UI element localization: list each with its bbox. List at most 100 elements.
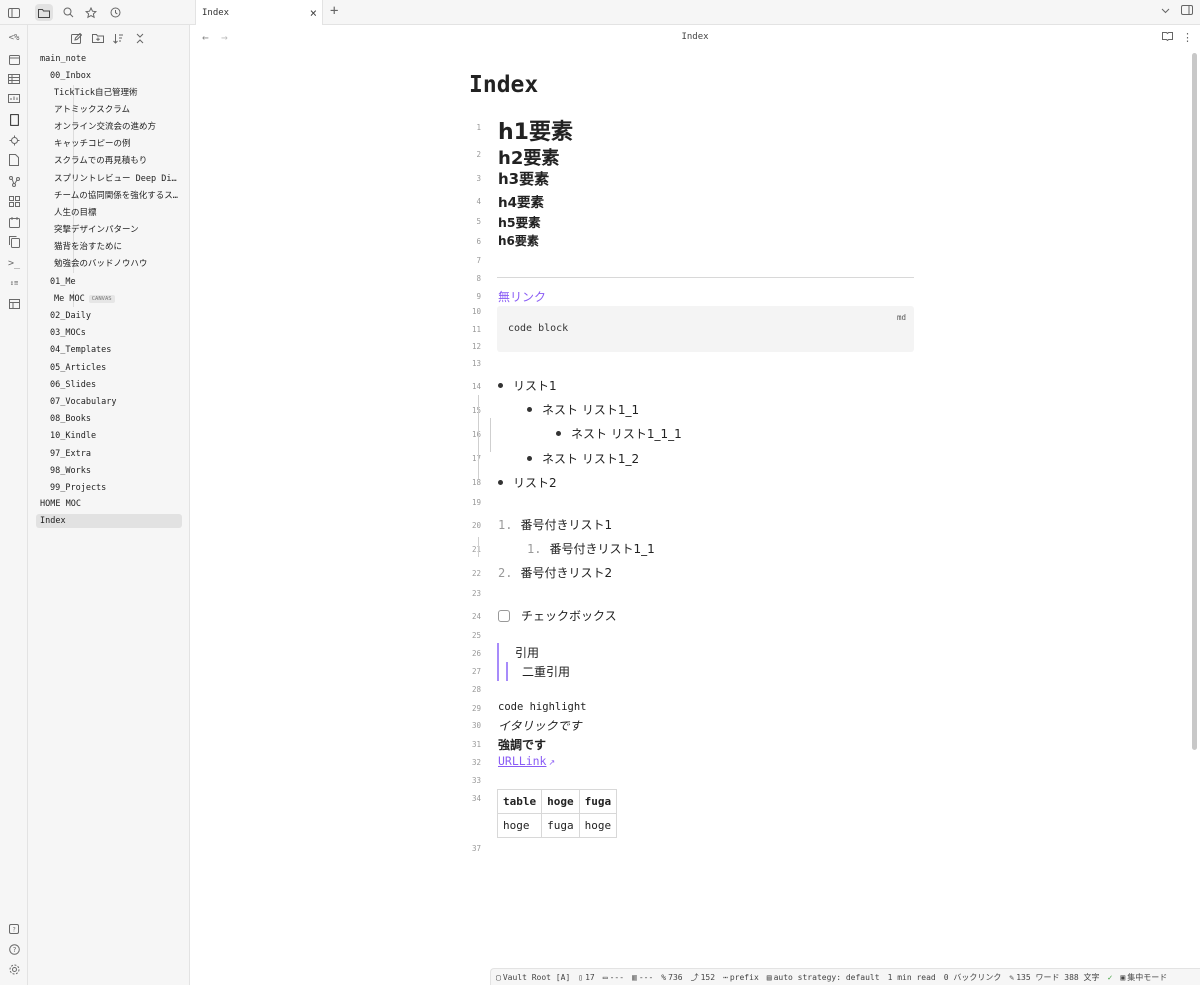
folder-item[interactable]: ›97_Extra: [50, 447, 91, 461]
external-link[interactable]: URLLink ↗: [498, 754, 555, 768]
close-icon[interactable]: ×: [310, 6, 317, 20]
folder-item[interactable]: ›04_Templates: [50, 343, 111, 357]
folder-inbox[interactable]: ⌄00_Inbox: [50, 69, 91, 83]
clock-icon[interactable]: [106, 4, 124, 21]
folder-item[interactable]: ›10_Kindle: [50, 429, 96, 443]
help-icon[interactable]: ?: [6, 942, 22, 956]
status-item[interactable]: % 736: [661, 973, 682, 982]
more-options-icon[interactable]: ⋮: [1182, 31, 1193, 44]
code-block[interactable]: code block md: [497, 306, 914, 352]
heading-3[interactable]: h3要素: [498, 168, 549, 189]
bold-text[interactable]: 強調です: [498, 736, 546, 753]
backlinks-count[interactable]: 0 バックリンク: [944, 972, 1002, 983]
file-item[interactable]: 人生の目標: [54, 206, 178, 220]
collapse-all-icon[interactable]: [133, 32, 146, 44]
vault-icon[interactable]: ?: [6, 922, 22, 936]
folder-item[interactable]: ›05_Articles: [50, 361, 106, 375]
file-item[interactable]: 勉強会のバッドノウハウ: [54, 257, 178, 271]
list-item[interactable]: ネスト リスト1_1: [527, 401, 639, 418]
table-cell[interactable]: hoge: [496, 813, 543, 838]
heading-6[interactable]: h6要素: [498, 232, 539, 249]
grid-icon[interactable]: [6, 194, 22, 208]
new-tab-icon[interactable]: +: [330, 3, 338, 19]
heading-5[interactable]: h5要素: [498, 212, 541, 231]
file-item[interactable]: スクラムでの再見積もり: [54, 154, 178, 168]
table-cell[interactable]: fuga: [541, 813, 580, 838]
heading-1[interactable]: h1要素: [498, 114, 573, 146]
nested-blockquote[interactable]: 二重引用: [522, 663, 570, 680]
terminal-icon[interactable]: >_: [6, 256, 22, 270]
folder-icon[interactable]: [35, 4, 53, 21]
file-icon[interactable]: [6, 153, 22, 167]
new-note-icon[interactable]: [70, 32, 83, 44]
presentation-icon[interactable]: [6, 92, 22, 106]
layout-icon[interactable]: [6, 297, 22, 311]
file-item[interactable]: キャッチコピーの例: [54, 137, 178, 151]
task-item[interactable]: チェックボックス: [498, 607, 617, 624]
folder-item[interactable]: ›02_Daily: [50, 309, 91, 323]
status-item[interactable]: ▭ ---: [603, 973, 624, 982]
ordered-list-item[interactable]: 2. 番号付きリスト2: [498, 564, 612, 581]
chevron-down-icon[interactable]: [1161, 5, 1170, 18]
folder-item[interactable]: ›08_Books: [50, 412, 91, 426]
file-item[interactable]: チームの協同関係を強化するス…: [54, 189, 178, 203]
list-item[interactable]: リスト2: [498, 474, 557, 491]
unresolved-link[interactable]: 無リンク: [498, 288, 546, 305]
new-folder-icon[interactable]: [91, 32, 104, 44]
vault-root[interactable]: main_note: [40, 52, 86, 66]
table-icon[interactable]: [6, 72, 22, 86]
heading-4[interactable]: h4要素: [498, 191, 544, 211]
note-title[interactable]: Index: [469, 72, 538, 98]
file-item[interactable]: アトミックスクラム: [54, 103, 178, 117]
status-item[interactable]: ⋯ prefix: [723, 973, 759, 982]
status-item[interactable]: ▤ auto strategy: default: [767, 973, 880, 982]
table-cell[interactable]: table: [496, 789, 543, 814]
sidebar-toggle-icon[interactable]: [5, 4, 23, 21]
ordered-list-item[interactable]: 1. 番号付きリスト1_1: [527, 540, 655, 557]
folder-item[interactable]: ›03_MOCs: [50, 326, 86, 340]
sync-ok-icon[interactable]: ✓: [1108, 973, 1113, 982]
folder-item[interactable]: ›98_Works: [50, 464, 91, 478]
copy-icon[interactable]: [6, 235, 22, 249]
status-item[interactable]: ▯ 17: [578, 973, 594, 982]
file-item[interactable]: 突撃デザインパターン: [54, 223, 178, 237]
table-cell[interactable]: hoge: [578, 813, 618, 838]
sort-order-icon[interactable]: [112, 32, 125, 44]
ordered-list-item[interactable]: 1. 番号付きリスト1: [498, 516, 612, 533]
file-me-moc[interactable]: Me MOC CANVAS: [54, 292, 115, 306]
file-item[interactable]: オンライン交流会の進め方: [54, 120, 178, 134]
folder-item[interactable]: ›06_Slides: [50, 378, 96, 392]
inline-code[interactable]: code highlight: [498, 701, 587, 713]
file-home-moc[interactable]: HOME MOC: [40, 497, 81, 511]
status-item[interactable]: ▥ ---: [632, 973, 653, 982]
file-item[interactable]: TickTick自己管理術: [54, 86, 178, 100]
task-checkbox[interactable]: [498, 609, 510, 622]
status-item[interactable]: ⤴ 152: [691, 972, 715, 983]
tab-index[interactable]: Index ×: [195, 0, 323, 25]
vault-status[interactable]: ▢ Vault Root [A]: [496, 973, 570, 982]
gear-icon[interactable]: [6, 962, 22, 976]
italic-text[interactable]: イタリックです: [498, 717, 582, 734]
folder-item[interactable]: ›07_Vocabulary: [50, 395, 117, 409]
focus-mode[interactable]: ▣ 集中モード: [1120, 972, 1167, 983]
search-icon[interactable]: [59, 4, 77, 21]
star-icon[interactable]: [82, 4, 100, 21]
table-cell[interactable]: fuga: [578, 789, 618, 814]
blockquote[interactable]: 引用: [515, 644, 539, 661]
daily-note-icon[interactable]: [6, 215, 22, 229]
folder-item[interactable]: ›99_Projects: [50, 481, 106, 495]
markdown-table[interactable]: table hoge fuga hoge fuga hoge: [496, 789, 618, 838]
table-cell[interactable]: hoge: [541, 789, 580, 814]
page-icon[interactable]: [6, 113, 22, 127]
scrollbar[interactable]: [1192, 53, 1197, 750]
list-item[interactable]: ネスト リスト1_1_1: [556, 425, 682, 442]
reading-view-icon[interactable]: [1162, 31, 1173, 44]
code-icon[interactable]: <%: [6, 31, 22, 45]
list-item[interactable]: リスト1: [498, 377, 557, 394]
sort-icon[interactable]: ↕≡: [6, 276, 22, 290]
calendar-icon[interactable]: [6, 52, 22, 66]
folder-me[interactable]: ⌄01_Me: [50, 275, 76, 289]
heading-2[interactable]: h2要素: [498, 144, 559, 170]
file-index[interactable]: Index: [36, 514, 182, 528]
right-sidebar-toggle-icon[interactable]: [1181, 5, 1193, 18]
